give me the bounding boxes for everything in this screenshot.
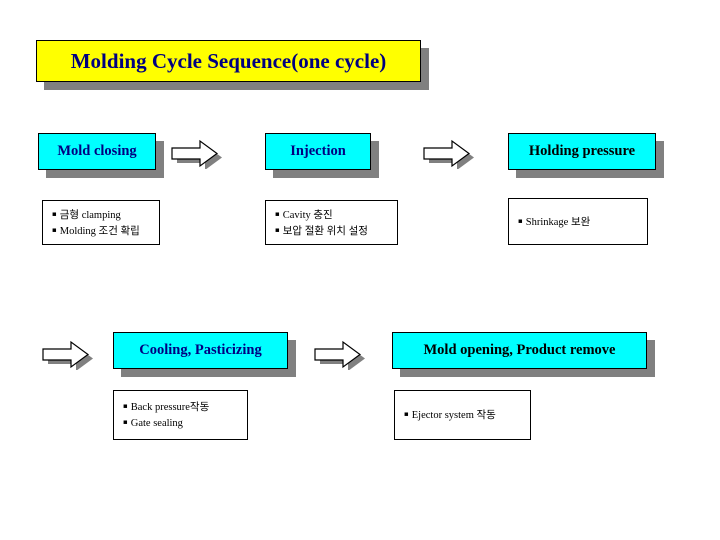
stage-box-injection: Injection <box>265 133 371 170</box>
stage-label-mold-closing: Mold closing <box>57 143 137 160</box>
detail-text: Molding 조건 확립 <box>59 225 140 237</box>
bullet-icon: ▪ <box>52 225 57 234</box>
stage-box-holding-pressure: Holding pressure <box>508 133 656 170</box>
detail-item: ▪ Cavity 충진 <box>275 207 388 223</box>
detail-item: ▪ Molding 조건 확립 <box>52 223 150 239</box>
bullet-icon: ▪ <box>123 402 128 410</box>
stage-box-mold-closing: Mold closing <box>38 133 156 170</box>
detail-text: Shrinkage 보완 <box>525 216 591 228</box>
right-arrow-icon <box>310 340 365 370</box>
right-arrow-icon <box>38 340 93 370</box>
detail-text: Gate sealing <box>130 418 183 429</box>
bullet-icon: ▪ <box>52 209 57 218</box>
bullet-icon: ▪ <box>275 209 280 218</box>
bullet-icon: ▪ <box>275 225 280 234</box>
page-title: Molding Cycle Sequence(one cycle) <box>70 48 387 73</box>
bullet-icon: ▪ <box>404 410 409 418</box>
detail-item: ▪ Ejector system 작동 <box>404 407 521 423</box>
stage-box-cooling-pasticizing: Cooling, Pasticizing <box>113 332 288 369</box>
slide-title-box: Molding Cycle Sequence(one cycle) <box>36 40 421 82</box>
right-arrow-icon <box>419 139 474 169</box>
stage-label-mold-opening-product-remove: Mold opening, Product remove <box>423 342 616 359</box>
stage-box-mold-opening-product-remove: Mold opening, Product remove <box>392 332 647 369</box>
right-arrow-icon <box>167 139 222 169</box>
detail-item: ▪ 금형 clamping <box>52 207 150 223</box>
detail-text: 보압 절환 위치 설정 <box>282 225 368 237</box>
stage-label-cooling-pasticizing: Cooling, Pasticizing <box>139 342 262 359</box>
detail-text: Ejector system 작동 <box>411 410 496 421</box>
stage-label-injection: Injection <box>290 143 346 160</box>
detail-box-cooling-pasticizing: ▪ Back pressure작동 ▪ Gate sealing <box>113 390 248 440</box>
detail-box-mold-closing: ▪ 금형 clamping ▪ Molding 조건 확립 <box>42 200 160 245</box>
detail-item: ▪ Shrinkage 보완 <box>518 214 638 230</box>
detail-item: ▪ Back pressure작동 <box>123 399 238 415</box>
detail-item: ▪ Gate sealing <box>123 415 238 431</box>
detail-box-holding-pressure: ▪ Shrinkage 보완 <box>508 198 648 245</box>
stage-label-holding-pressure: Holding pressure <box>528 143 636 160</box>
detail-text: Back pressure작동 <box>130 402 210 413</box>
detail-box-mold-opening-product-remove: ▪ Ejector system 작동 <box>394 390 531 440</box>
detail-text: 금형 clamping <box>59 209 121 221</box>
bullet-icon: ▪ <box>123 418 128 426</box>
detail-box-injection: ▪ Cavity 충진 ▪ 보압 절환 위치 설정 <box>265 200 398 245</box>
detail-item: ▪ 보압 절환 위치 설정 <box>275 223 388 239</box>
slide-canvas: Molding Cycle Sequence(one cycle) Mold c… <box>0 0 720 540</box>
detail-text: Cavity 충진 <box>282 209 333 221</box>
bullet-icon: ▪ <box>518 216 523 225</box>
